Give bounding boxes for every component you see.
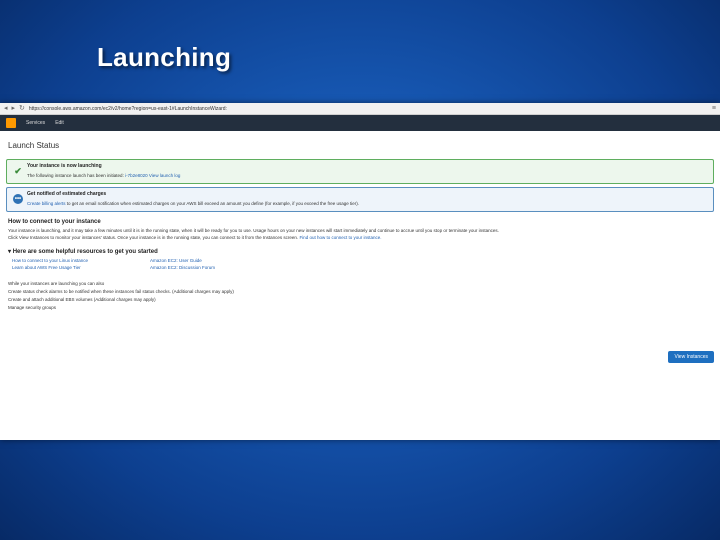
resource-link[interactable]: Amazon EC2: Discussion Forum: [150, 265, 300, 270]
services-menu[interactable]: Services: [26, 120, 45, 126]
billing-alert-message: ••• Get notified of estimated charges Cr…: [6, 187, 714, 212]
action-link[interactable]: Create and attach additional EBS volumes…: [8, 297, 712, 302]
success-title: Your instance is now launching: [27, 163, 102, 169]
back-icon[interactable]: ◂: [4, 105, 8, 112]
actions-intro: While your instances are launching you c…: [8, 281, 105, 286]
url-field[interactable]: https://console.aws.amazon.com/ec2/v2/ho…: [29, 106, 708, 112]
billing-text: Create billing alerts to get an email no…: [27, 201, 713, 206]
connect-howto-link[interactable]: Find out how to connect to your instance…: [299, 235, 381, 240]
connect-para-2-text: Click View Instances to monitor your ins…: [8, 235, 299, 240]
instance-id-link[interactable]: i-7b2e8020: [125, 173, 148, 178]
connect-heading: How to connect to your instance: [8, 219, 101, 225]
page-title: Launch Status: [8, 141, 60, 150]
resource-link[interactable]: How to connect to your Linux instance: [12, 258, 150, 263]
checkmark-icon: ✔: [14, 166, 22, 176]
resource-link[interactable]: Learn about AWS Free Usage Tier: [12, 265, 150, 270]
billing-title: Get notified of estimated charges: [27, 191, 107, 197]
reload-icon[interactable]: ↻: [19, 105, 25, 112]
action-link[interactable]: Manage security groups: [8, 305, 712, 310]
view-instances-button[interactable]: View Instances: [668, 351, 714, 363]
aws-top-nav: Services Edit: [0, 115, 720, 131]
address-bar: ◂ ▸ ↻ https://console.aws.amazon.com/ec2…: [0, 103, 720, 115]
launch-log-link[interactable]: View launch log: [149, 173, 180, 178]
edit-menu[interactable]: Edit: [55, 120, 64, 126]
success-text-label: The following instance launch has been i…: [27, 173, 124, 178]
forward-icon[interactable]: ▸: [12, 105, 16, 112]
resources-heading-label: Here are some helpful resources to get y…: [12, 249, 158, 255]
resources-list: How to connect to your Linux instance Am…: [12, 258, 714, 270]
connect-para-2: Click View Instances to monitor your ins…: [8, 235, 712, 240]
connect-para-1: Your instance is launching, and it may t…: [8, 228, 499, 233]
billing-text-label: to get an email notification when estima…: [66, 201, 360, 206]
collapse-triangle-icon[interactable]: ▾: [8, 249, 11, 255]
menu-icon[interactable]: ≡: [712, 105, 716, 112]
screenshot-panel: ◂ ▸ ↻ https://console.aws.amazon.com/ec2…: [0, 103, 720, 440]
action-link[interactable]: Create status check alarms to be notifie…: [8, 289, 712, 294]
aws-logo-icon[interactable]: [6, 118, 16, 128]
additional-actions: While your instances are launching you c…: [6, 281, 714, 310]
resource-link[interactable]: Amazon EC2: User Guide: [150, 258, 300, 263]
info-icon: •••: [13, 194, 23, 204]
slide-title: Launching: [97, 42, 232, 72]
resources-heading[interactable]: ▾ Here are some helpful resources to get…: [8, 248, 712, 255]
success-text: The following instance launch has been i…: [27, 173, 713, 178]
success-message: ✔ Your instance is now launching The fol…: [6, 159, 714, 184]
main-content: Launch Status ✔ Your instance is now lau…: [0, 131, 720, 310]
billing-alerts-link[interactable]: Create billing alerts: [27, 201, 66, 206]
